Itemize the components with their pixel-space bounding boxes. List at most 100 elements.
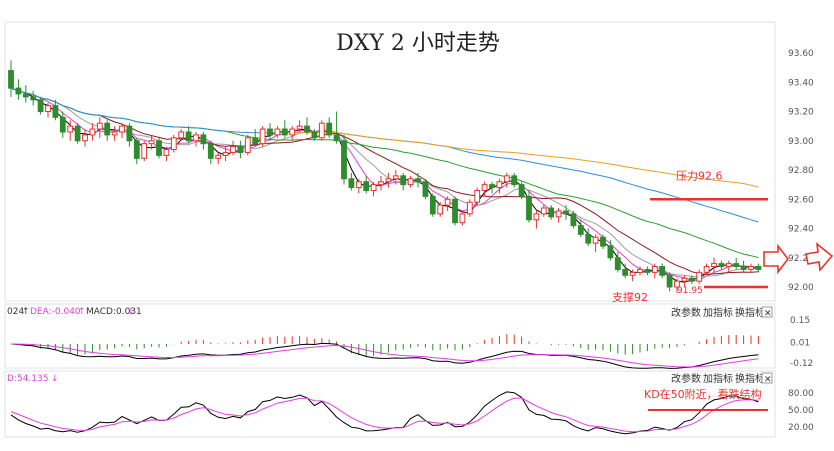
candle-body: [415, 178, 421, 183]
candle: [333, 111, 340, 144]
kd-edit-params-button[interactable]: 改参数: [671, 372, 701, 385]
candle-body: [459, 213, 466, 224]
macd-macd-arrow: ↑: [78, 307, 86, 317]
candle-body: [30, 96, 37, 101]
candle-body: [237, 146, 244, 153]
candle: [355, 178, 362, 194]
candle-body: [540, 207, 547, 215]
candle-body: [267, 128, 273, 136]
candle-body: [274, 128, 281, 136]
candle-body: [481, 184, 488, 191]
macd-down-arrow: ↓: [127, 307, 135, 317]
candle: [111, 126, 118, 141]
candle-body: [681, 277, 688, 282]
candle: [711, 257, 717, 273]
candle: [304, 117, 310, 135]
candle: [415, 172, 421, 188]
candle-body: [207, 143, 214, 159]
candle-body: [570, 213, 577, 227]
candle: [644, 266, 651, 276]
candle: [252, 129, 259, 147]
candle-body: [711, 263, 717, 268]
candle-body: [489, 184, 495, 189]
candle-body: [252, 137, 259, 145]
candle-body: [392, 175, 399, 180]
candle-body: [688, 277, 695, 282]
candle: [141, 140, 148, 162]
macd-close-icon[interactable]: ✕: [764, 309, 772, 319]
support-label: 支撑92: [612, 290, 648, 304]
candle: [281, 120, 288, 138]
candle-body: [533, 213, 540, 221]
macd-edit-params-button[interactable]: 改参数: [671, 306, 701, 319]
candle-body: [563, 210, 569, 215]
candle: [82, 129, 88, 147]
candle-body: [725, 263, 732, 268]
candle: [511, 172, 518, 188]
candle-body: [148, 140, 155, 145]
candle: [126, 123, 133, 147]
low-price-label: 91.95: [677, 286, 703, 296]
candle: [755, 263, 762, 273]
candle: [230, 140, 236, 156]
candle-body: [52, 105, 59, 118]
candle: [378, 175, 384, 191]
candle: [696, 269, 703, 285]
kd-y-tick: 50.00: [788, 406, 814, 416]
y-tick-label: 93.60: [788, 49, 814, 59]
candle-body: [733, 263, 740, 268]
candle-body: [156, 140, 162, 156]
kd-y-axis: 80.00 50.00 20.00: [788, 389, 814, 433]
candle: [237, 140, 244, 159]
kd-close-icon[interactable]: ✕: [764, 375, 772, 385]
candle-body: [755, 266, 762, 270]
candle-body: [59, 116, 66, 133]
y-tick-label: 93.00: [788, 137, 814, 147]
candle-body: [385, 178, 392, 183]
candle-body: [474, 189, 481, 203]
macd-switch-indicator-button[interactable]: 换指标: [735, 306, 765, 319]
macd-y-tick: -0.12: [790, 359, 813, 369]
candle-body: [592, 236, 599, 244]
candle-body: [45, 105, 51, 113]
candle-body: [555, 210, 562, 218]
candle: [518, 181, 525, 200]
candle: [400, 172, 407, 191]
macd-add-indicator-button[interactable]: 加指标: [703, 306, 733, 319]
candle: [318, 120, 325, 141]
candle: [348, 172, 355, 191]
candle-body: [548, 207, 555, 218]
candle-body: [422, 181, 429, 197]
candle: [740, 260, 747, 273]
candle: [474, 187, 481, 206]
kd-switch-indicator-button[interactable]: 换指标: [735, 372, 765, 385]
candle-body: [703, 266, 710, 273]
moving-average-lines: [10, 87, 759, 283]
candle-body: [15, 87, 22, 95]
candle-body: [89, 128, 96, 136]
candle-body: [22, 93, 29, 98]
candle: [733, 257, 740, 270]
candlestick-series: [8, 60, 762, 293]
candle: [37, 96, 44, 115]
candle-body: [318, 122, 325, 139]
candle: [748, 263, 754, 273]
candle-body: [289, 128, 296, 136]
candle: [429, 193, 436, 217]
candle-body: [304, 125, 310, 133]
candle-body: [644, 268, 651, 273]
candle-body: [355, 181, 362, 189]
ma-line: [10, 87, 759, 283]
candle-body: [622, 268, 629, 276]
candle-body: [104, 122, 111, 136]
candle: [570, 210, 577, 229]
candle: [8, 60, 14, 97]
candle-body: [67, 125, 74, 133]
candle: [548, 205, 555, 220]
chart-title: DXY 2 小时走势: [336, 31, 500, 56]
candle: [422, 178, 429, 200]
candle-body: [400, 175, 407, 186]
kd-add-indicator-button[interactable]: 加指标: [703, 372, 733, 385]
chart-canvas: DXY 2 小时走势 93.60 93.40 93.20 93.00 92.80 92.6…: [4, 21, 834, 438]
macd-line: [10, 343, 759, 368]
